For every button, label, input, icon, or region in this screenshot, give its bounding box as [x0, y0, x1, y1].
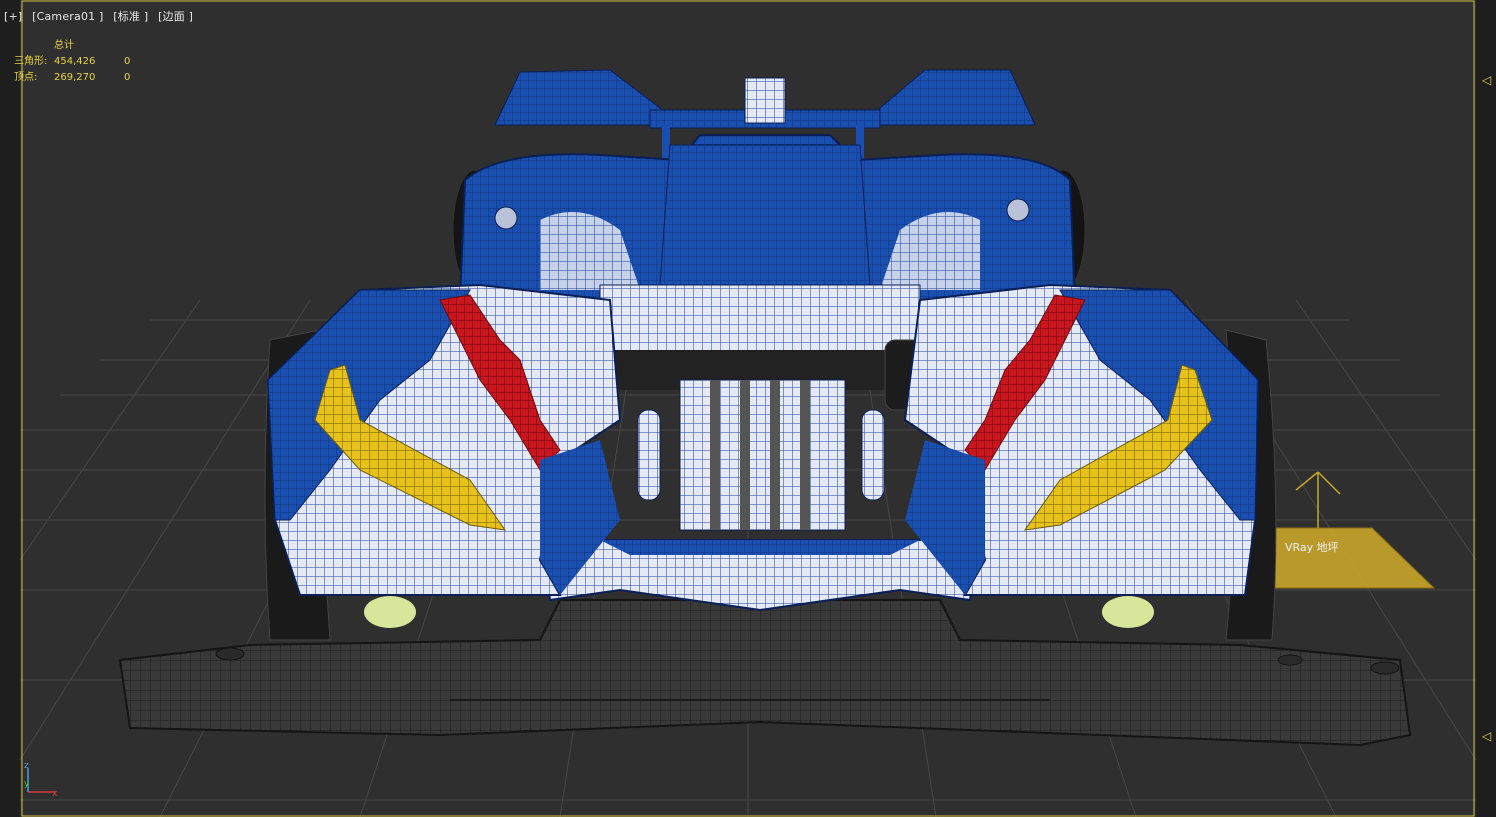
- axis-y-label: y: [24, 779, 30, 789]
- stats-total: 269,270: [54, 72, 96, 83]
- vray-floor-label: VRay 地坪: [1285, 541, 1339, 554]
- car-body-rear: [458, 134, 1077, 301]
- stats-selected: 0: [124, 72, 131, 83]
- viewport-camera-menu[interactable]: [Camera01 ]: [32, 10, 103, 23]
- stats-selected: 0: [124, 56, 131, 67]
- 3d-viewport[interactable]: z y x [+] [Camera01 ] [标准 ] [边面 ] 总计 三角形…: [0, 0, 1496, 817]
- viewport-edged-faces-menu[interactable]: [边面 ]: [158, 10, 193, 23]
- stats-label: 三角形:: [14, 56, 48, 67]
- left-fender: [266, 283, 622, 596]
- viewport-label-menu[interactable]: [+] [Camera01 ] [标准 ] [边面 ]: [4, 8, 199, 24]
- axis-z-label: z: [24, 761, 29, 771]
- stats-total: 454,426: [54, 56, 96, 67]
- panel-collapse-arrow-icon[interactable]: ◁: [1482, 74, 1492, 86]
- stats-header: 总计: [54, 40, 74, 51]
- viewport-shading-standard-menu[interactable]: [标准 ]: [113, 10, 148, 23]
- viewport-plus-menu[interactable]: [+]: [4, 10, 22, 23]
- panel-collapse-arrow-icon[interactable]: ◁: [1482, 730, 1492, 742]
- right-fender: [903, 283, 1260, 596]
- viewport-scene[interactable]: z y x: [0, 0, 1496, 817]
- stats-label: 顶点:: [14, 72, 38, 83]
- axis-x-label: x: [52, 789, 58, 799]
